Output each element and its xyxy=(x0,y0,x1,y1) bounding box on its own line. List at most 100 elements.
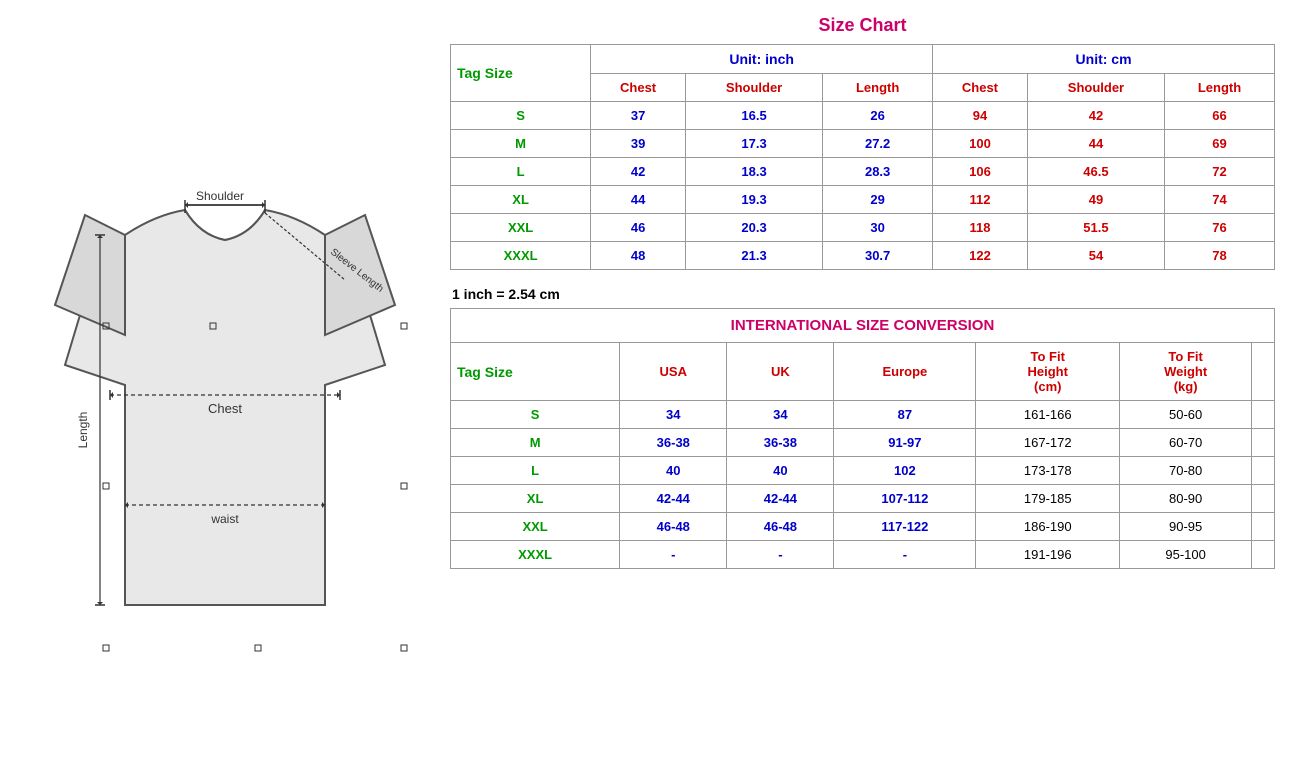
list-item: XXL 46-48 46-48 117-122 186-190 90-95 xyxy=(451,513,1275,541)
conversion-title: INTERNATIONAL SIZE CONVERSION xyxy=(450,308,1275,342)
height-cell: 179-185 xyxy=(976,485,1120,513)
length-cm-cell: 78 xyxy=(1165,242,1275,270)
extra-cell xyxy=(1252,457,1275,485)
weight-cell: 60-70 xyxy=(1120,429,1252,457)
conv-tag-cell: XL xyxy=(451,485,620,513)
height-cell: 167-172 xyxy=(976,429,1120,457)
europe-cell: 102 xyxy=(834,457,976,485)
right-panel: Size Chart Tag Size Unit: inch Unit: cm … xyxy=(440,10,1285,584)
shoulder-cm-cell: 54 xyxy=(1027,242,1164,270)
chest-in-cell: 37 xyxy=(591,102,686,130)
length-cm-header: Length xyxy=(1165,74,1275,102)
shoulder-cm-cell: 46.5 xyxy=(1027,158,1164,186)
length-in-cell: 29 xyxy=(823,186,933,214)
shoulder-cm-cell: 44 xyxy=(1027,130,1164,158)
shoulder-cm-cell: 49 xyxy=(1027,186,1164,214)
conversion-tag-size-header: Tag Size xyxy=(451,343,620,401)
table-row: XXL 46 20.3 30 118 51.5 76 xyxy=(451,214,1275,242)
extra-cell xyxy=(1252,429,1275,457)
length-cm-cell: 69 xyxy=(1165,130,1275,158)
length-cm-cell: 74 xyxy=(1165,186,1275,214)
length-in-cell: 27.2 xyxy=(823,130,933,158)
extra-cell xyxy=(1252,401,1275,429)
chest-cm-cell: 106 xyxy=(933,158,1028,186)
svg-text:waist: waist xyxy=(210,512,239,526)
chest-cm-cell: 112 xyxy=(933,186,1028,214)
uk-cell: 36-38 xyxy=(727,429,834,457)
shoulder-in-cell: 16.5 xyxy=(685,102,822,130)
europe-cell: 117-122 xyxy=(834,513,976,541)
weight-cell: 95-100 xyxy=(1120,541,1252,569)
chest-cm-cell: 122 xyxy=(933,242,1028,270)
height-cell: 191-196 xyxy=(976,541,1120,569)
inch-note: 1 inch = 2.54 cm xyxy=(450,280,1275,308)
length-cm-cell: 66 xyxy=(1165,102,1275,130)
table-row: L 42 18.3 28.3 106 46.5 72 xyxy=(451,158,1275,186)
size-chart-table: Tag Size Unit: inch Unit: cm Chest Shoul… xyxy=(450,44,1275,270)
uk-header: UK xyxy=(727,343,834,401)
length-in-cell: 28.3 xyxy=(823,158,933,186)
svg-text:Chest: Chest xyxy=(208,401,242,416)
tag-size-header: Tag Size xyxy=(451,45,591,102)
usa-header: USA xyxy=(620,343,727,401)
europe-cell: - xyxy=(834,541,976,569)
chest-in-cell: 46 xyxy=(591,214,686,242)
shoulder-inch-header: Shoulder xyxy=(685,74,822,102)
tag-cell: XL xyxy=(451,186,591,214)
extra-cell xyxy=(1252,485,1275,513)
tag-cell: M xyxy=(451,130,591,158)
tag-cell: S xyxy=(451,102,591,130)
conv-tag-cell: S xyxy=(451,401,620,429)
shoulder-in-cell: 20.3 xyxy=(685,214,822,242)
svg-text:Length: Length xyxy=(76,412,90,449)
unit-cm-header: Unit: cm xyxy=(933,45,1275,74)
uk-cell: 42-44 xyxy=(727,485,834,513)
length-inch-header: Length xyxy=(823,74,933,102)
uk-cell: 34 xyxy=(727,401,834,429)
europe-cell: 87 xyxy=(834,401,976,429)
chest-inch-header: Chest xyxy=(591,74,686,102)
height-header: To FitHeight(cm) xyxy=(976,343,1120,401)
list-item: L 40 40 102 173-178 70-80 xyxy=(451,457,1275,485)
extra-cell xyxy=(1252,541,1275,569)
uk-cell: - xyxy=(727,541,834,569)
conv-tag-cell: XXXL xyxy=(451,541,620,569)
height-cell: 173-178 xyxy=(976,457,1120,485)
list-item: S 34 34 87 161-166 50-60 xyxy=(451,401,1275,429)
chest-cm-header: Chest xyxy=(933,74,1028,102)
usa-cell: 40 xyxy=(620,457,727,485)
weight-header: To FitWeight(kg) xyxy=(1120,343,1252,401)
chest-cm-cell: 100 xyxy=(933,130,1028,158)
shoulder-cm-header: Shoulder xyxy=(1027,74,1164,102)
table-row: XXXL 48 21.3 30.7 122 54 78 xyxy=(451,242,1275,270)
height-cell: 161-166 xyxy=(976,401,1120,429)
shoulder-in-cell: 17.3 xyxy=(685,130,822,158)
weight-cell: 80-90 xyxy=(1120,485,1252,513)
tag-cell: L xyxy=(451,158,591,186)
unit-inch-header: Unit: inch xyxy=(591,45,933,74)
table-row: XL 44 19.3 29 112 49 74 xyxy=(451,186,1275,214)
table-row: S 37 16.5 26 94 42 66 xyxy=(451,102,1275,130)
uk-cell: 40 xyxy=(727,457,834,485)
length-in-cell: 30.7 xyxy=(823,242,933,270)
chest-in-cell: 39 xyxy=(591,130,686,158)
uk-cell: 46-48 xyxy=(727,513,834,541)
usa-cell: - xyxy=(620,541,727,569)
shoulder-in-cell: 19.3 xyxy=(685,186,822,214)
conv-tag-cell: L xyxy=(451,457,620,485)
conv-tag-cell: M xyxy=(451,429,620,457)
europe-cell: 91-97 xyxy=(834,429,976,457)
usa-cell: 46-48 xyxy=(620,513,727,541)
weight-cell: 90-95 xyxy=(1120,513,1252,541)
tag-cell: XXL xyxy=(451,214,591,242)
list-item: XXXL - - - 191-196 95-100 xyxy=(451,541,1275,569)
shoulder-in-cell: 21.3 xyxy=(685,242,822,270)
europe-header: Europe xyxy=(834,343,976,401)
chest-in-cell: 48 xyxy=(591,242,686,270)
usa-cell: 36-38 xyxy=(620,429,727,457)
shoulder-cm-cell: 51.5 xyxy=(1027,214,1164,242)
usa-cell: 42-44 xyxy=(620,485,727,513)
length-in-cell: 26 xyxy=(823,102,933,130)
svg-text:Shoulder: Shoulder xyxy=(196,189,244,203)
shoulder-cm-cell: 42 xyxy=(1027,102,1164,130)
